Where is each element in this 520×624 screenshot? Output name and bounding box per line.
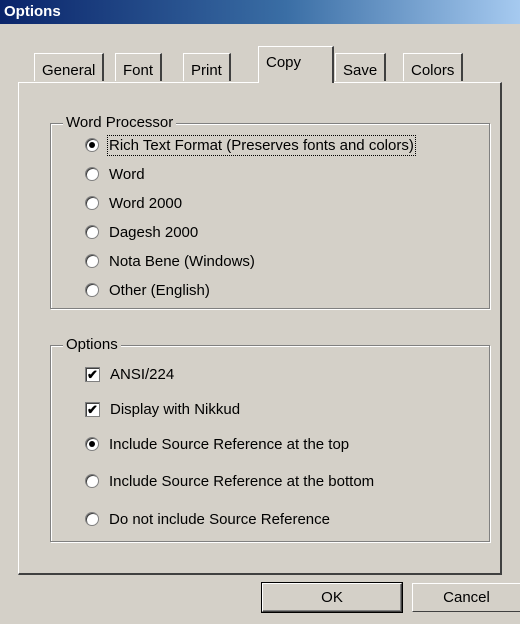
radio-nota-bene-label: Nota Bene (Windows) (109, 252, 255, 270)
radio-rich-text-format[interactable]: Rich Text Format (Preserves fonts and co… (85, 134, 416, 156)
radio-word[interactable]: Word (85, 163, 145, 185)
checkbox-ansi-224[interactable]: ✔ ANSI/224 (85, 363, 174, 385)
window-title: Options (4, 3, 61, 20)
radio-button[interactable] (85, 512, 99, 526)
radio-source-reference-bottom[interactable]: Include Source Reference at the bottom (85, 470, 374, 492)
radio-button[interactable] (85, 138, 99, 152)
options-dialog: Options General Font Print Copy Save Col… (0, 0, 520, 624)
radio-button[interactable] (85, 254, 99, 268)
radio-button[interactable] (85, 437, 99, 451)
radio-button[interactable] (85, 167, 99, 181)
radio-no-source-reference[interactable]: Do not include Source Reference (85, 508, 330, 530)
radio-source-reference-bottom-label: Include Source Reference at the bottom (109, 472, 375, 490)
tab-print[interactable]: Print (183, 53, 231, 81)
tab-font-label: Font (123, 62, 154, 79)
radio-source-reference-top[interactable]: Include Source Reference at the top (85, 433, 349, 455)
radio-rich-text-format-label: Rich Text Format (Preserves fonts and co… (107, 134, 416, 156)
radio-word-2000-label: Word 2000 (109, 194, 183, 212)
options-group: Options ✔ ANSI/224 ✔ Display with Nikkud… (50, 336, 490, 542)
checkbox-display-with-nikkud-label: Display with Nikkud (110, 400, 241, 418)
tab-copy-label: Copy (266, 54, 302, 71)
radio-word-label: Word (109, 165, 145, 183)
title-bar: Options (0, 0, 520, 24)
radio-button[interactable] (85, 225, 99, 239)
tab-font[interactable]: Font (115, 53, 163, 81)
radio-dagesh-2000-label: Dagesh 2000 (109, 223, 199, 241)
tab-general[interactable]: General (34, 53, 105, 81)
tab-save-label: Save (343, 62, 378, 79)
tab-general-label: General (42, 62, 96, 79)
tab-strip: General Font Print Copy Save Colors (0, 24, 520, 84)
checkbox-checked[interactable]: ✔ (85, 401, 100, 417)
tab-colors-label: Colors (411, 62, 455, 79)
radio-other-english[interactable]: Other (English) (85, 279, 210, 301)
word-processor-legend: Word Processor (63, 114, 177, 131)
radio-word-2000[interactable]: Word 2000 (85, 192, 182, 214)
checkbox-checked[interactable]: ✔ (85, 366, 100, 382)
tab-copy[interactable]: Copy (258, 46, 334, 83)
radio-button[interactable] (85, 196, 99, 210)
tab-colors[interactable]: Colors (403, 53, 464, 81)
cancel-button[interactable]: Cancel (412, 583, 520, 612)
radio-other-english-label: Other (English) (109, 281, 210, 299)
checkbox-ansi-224-label: ANSI/224 (110, 365, 175, 383)
tab-print-label: Print (191, 62, 222, 79)
cancel-button-label: Cancel (443, 589, 490, 606)
checkbox-display-with-nikkud[interactable]: ✔ Display with Nikkud (85, 398, 240, 420)
word-processor-group: Word Processor Rich Text Format (Preserv… (50, 114, 490, 309)
tab-save[interactable]: Save (335, 53, 387, 81)
radio-source-reference-top-label: Include Source Reference at the top (109, 435, 350, 453)
radio-dagesh-2000[interactable]: Dagesh 2000 (85, 221, 198, 243)
ok-button[interactable]: OK (261, 582, 403, 613)
radio-nota-bene[interactable]: Nota Bene (Windows) (85, 250, 255, 272)
radio-button[interactable] (85, 283, 99, 297)
radio-no-source-reference-label: Do not include Source Reference (109, 510, 330, 528)
ok-button-label: OK (321, 589, 343, 606)
options-legend: Options (63, 336, 121, 353)
radio-button[interactable] (85, 474, 99, 488)
